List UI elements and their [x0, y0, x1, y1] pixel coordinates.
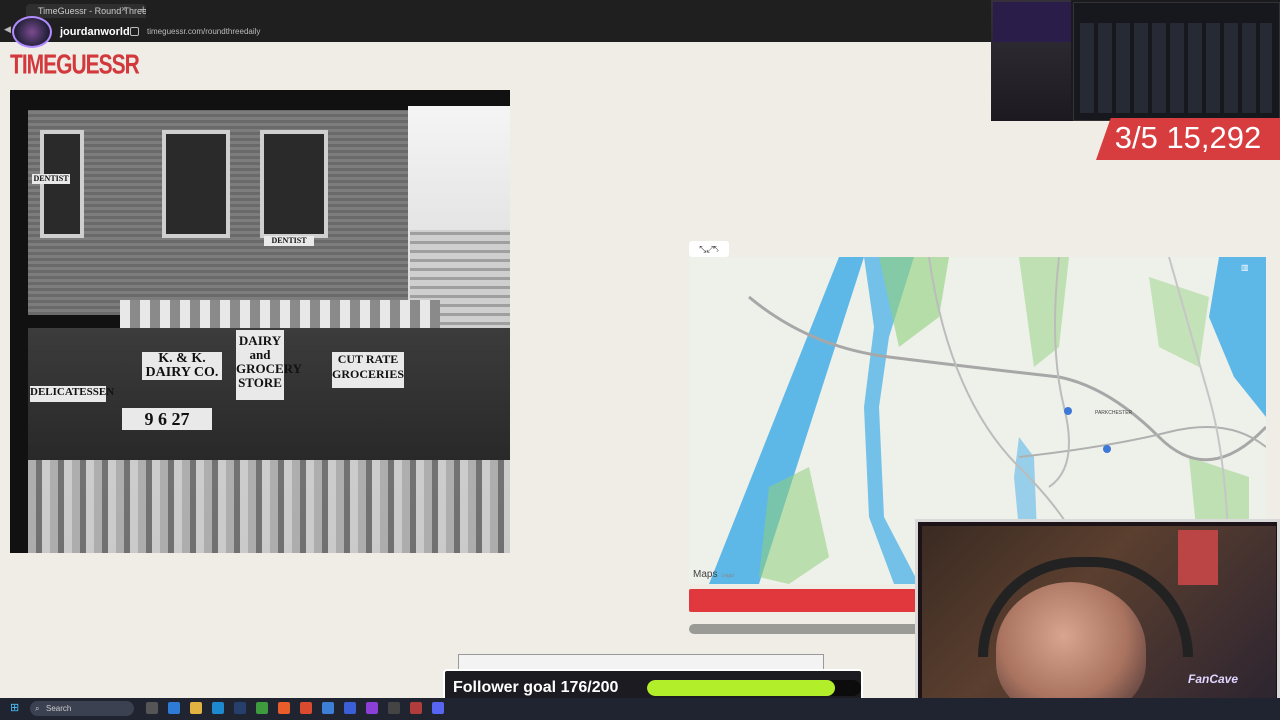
- webcam-overlay-top: [991, 0, 1280, 121]
- photo-sign-dentist: DENTIST: [264, 236, 314, 246]
- taskbar-search[interactable]: ⌕ Search: [30, 701, 134, 716]
- webcam-overlay-bottom: FanCave: [915, 519, 1280, 720]
- back-icon[interactable]: ◀: [4, 24, 11, 35]
- windows-start-icon[interactable]: ⊞: [10, 702, 22, 714]
- streamer-face: [996, 582, 1146, 717]
- task-view-icon[interactable]: [146, 702, 158, 714]
- brave-icon[interactable]: [300, 702, 312, 714]
- historical-photo: DENTIST DENTIST DAIRY and GROCERY STORE …: [10, 90, 510, 553]
- map-tools[interactable]: ⤡⤢⤣: [689, 241, 729, 257]
- highway-shield-icon: [1064, 407, 1072, 415]
- edge-icon[interactable]: [212, 702, 224, 714]
- taskbar-search-label: Search: [46, 704, 72, 713]
- steam-icon[interactable]: [234, 702, 246, 714]
- photo-sign-dentist: DENTIST: [32, 174, 70, 184]
- xbox-icon[interactable]: [256, 702, 268, 714]
- chat-overlay: [993, 2, 1071, 42]
- photo-sign-cutrate: CUT RATE GROCERIES: [332, 352, 404, 388]
- photo-sign-prices: 9 6 27: [122, 408, 212, 430]
- map-legal-link[interactable]: Legal: [721, 573, 733, 579]
- tab-title: TimeGuessr - Round Three: [38, 6, 146, 16]
- photo-sign-kk: K. & K. DAIRY CO.: [142, 352, 222, 380]
- discord-icon[interactable]: [432, 702, 444, 714]
- maps-brand-text: Maps: [693, 569, 718, 580]
- streamer-avatar: [12, 16, 52, 48]
- fancave-sign: FanCave: [1188, 672, 1239, 686]
- game-inventory-grid: [1080, 23, 1272, 113]
- lock-icon: [130, 27, 139, 37]
- windows-taskbar: ⊞ ⌕ Search: [0, 698, 1280, 720]
- close-tab-icon[interactable]: ×: [121, 4, 126, 14]
- new-tab-button[interactable]: +: [140, 4, 146, 16]
- streamer-name: jourdanworld: [60, 26, 130, 38]
- app-icon[interactable]: [322, 702, 334, 714]
- follower-goal-bar: [647, 680, 861, 696]
- photo-sign-delicatessen: DELICATESSEN: [30, 386, 114, 402]
- map-layers-icon[interactable]: ▥: [1241, 263, 1251, 273]
- wall-poster: [1178, 530, 1218, 585]
- photo-goods: [28, 460, 510, 553]
- url-text: timeguessr.com/roundthreedaily: [147, 27, 261, 36]
- app-icon[interactable]: [410, 702, 422, 714]
- firefox-icon[interactable]: [278, 702, 290, 714]
- map-place-label: PARKCHESTER: [1095, 410, 1133, 416]
- address-bar[interactable]: timeguessr.com/roundthreedaily: [130, 24, 990, 39]
- background-window: [458, 654, 824, 670]
- photo-window: [40, 130, 84, 238]
- obs-icon[interactable]: [388, 702, 400, 714]
- browser-tab[interactable]: TimeGuessr - Round Three: [26, 4, 146, 18]
- app-icon[interactable]: [344, 702, 356, 714]
- app-icon[interactable]: [168, 702, 180, 714]
- score-badge: 3/5 15,292: [1096, 118, 1280, 160]
- photo-awning: [120, 300, 440, 328]
- search-icon: ⌕: [35, 704, 40, 713]
- follower-goal-label: Follower goal 176/200: [453, 679, 619, 696]
- timeguessr-logo[interactable]: TIMEGUESSR: [10, 50, 140, 81]
- photo-sign-dairy: DAIRY and GROCERY STORE: [236, 330, 302, 400]
- photo-window: [162, 130, 230, 238]
- highway-shield-icon: [1103, 445, 1111, 453]
- apple-maps-logo: Maps Legal: [693, 569, 734, 580]
- follower-goal-fill: [647, 680, 836, 696]
- file-explorer-icon[interactable]: [190, 702, 202, 714]
- app-icon[interactable]: [366, 702, 378, 714]
- photo-window: [260, 130, 328, 238]
- game-capture: [1073, 2, 1280, 121]
